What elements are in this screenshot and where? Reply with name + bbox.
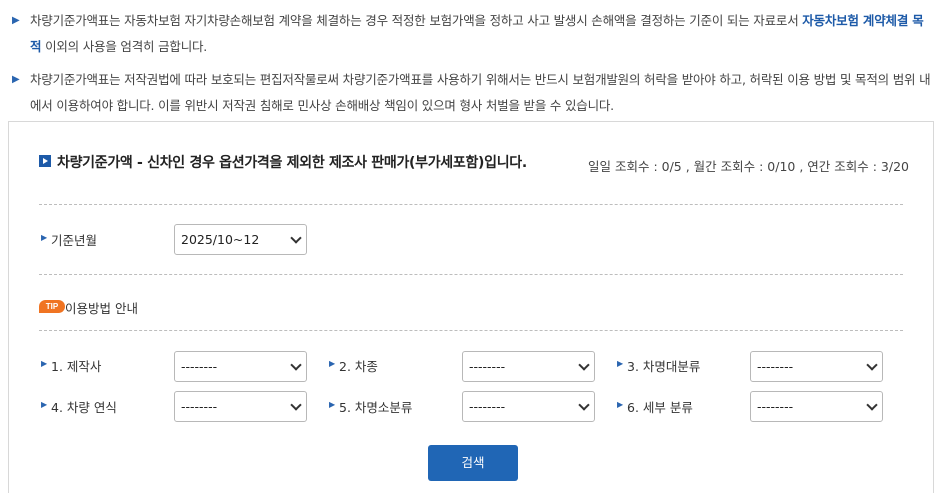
search-panel: 차량기준가액 - 신차인 경우 옵션가격을 제외한 제조사 판매가(부가세포함)… (8, 121, 934, 493)
triangle-icon: ▶ (41, 400, 48, 409)
bullet-icon: ▶ (12, 15, 20, 26)
chevron-down-icon (578, 359, 590, 371)
triangle-icon: ▶ (617, 400, 624, 409)
car-type-select[interactable]: -------- (462, 351, 595, 382)
panel-title: 차량기준가액 - 신차인 경우 옵션가격을 제외한 제조사 판매가(부가세포함)… (57, 155, 527, 171)
notice-item-purpose: ▶ 차량기준가액표는 자동차보험 자기차량손해보험 계약을 체결하는 경우 적정한… (12, 8, 932, 60)
base-period-label: ▶ 기준년월 (41, 233, 98, 248)
detail-select[interactable]: -------- (750, 391, 883, 422)
model-major-select[interactable]: -------- (750, 351, 883, 382)
notice-item-copyright: ▶ 차량기준가액표는 저작권법에 따라 보호되는 편집저작물로써 차량기준가액표를… (12, 67, 932, 119)
divider (39, 204, 903, 205)
chevron-down-icon (290, 399, 302, 411)
triangle-icon: ▶ (329, 400, 336, 409)
triangle-icon: ▶ (617, 359, 624, 368)
chevron-down-icon (866, 359, 878, 371)
query-count-stats: 일일 조회수 : 0/5 , 월간 조회수 : 0/10 , 연간 조회수 : … (588, 159, 909, 174)
model-year-select[interactable]: -------- (174, 391, 307, 422)
filter-label-car-type: ▶ 2. 차종 (329, 359, 378, 374)
divider (39, 330, 903, 331)
triangle-icon: ▶ (41, 359, 48, 368)
filter-label-detail: ▶ 6. 세부 분류 (617, 400, 693, 415)
chevron-down-icon (578, 399, 590, 411)
panel-header: 차량기준가액 - 신차인 경우 옵션가격을 제외한 제조사 판매가(부가세포함)… (39, 152, 909, 174)
chevron-down-icon (290, 359, 302, 371)
tip-badge-icon: TIP (39, 300, 65, 313)
title-play-icon (39, 155, 51, 167)
chevron-down-icon (290, 232, 302, 244)
maker-select[interactable]: -------- (174, 351, 307, 382)
base-period-select[interactable]: 2025/10~12 (174, 224, 307, 255)
search-button[interactable]: 검색 (428, 445, 518, 481)
filter-label-model-major: ▶ 3. 차명대분류 (617, 359, 701, 374)
divider (39, 274, 903, 275)
filter-label-model-year: ▶ 4. 차량 연식 (41, 400, 117, 415)
usage-guide-link[interactable]: 이용방법 안내 (65, 298, 138, 317)
bullet-icon: ▶ (12, 74, 20, 85)
chevron-down-icon (866, 399, 878, 411)
filter-label-model-minor: ▶ 5. 차명소분류 (329, 400, 413, 415)
triangle-icon: ▶ (329, 359, 336, 368)
triangle-icon: ▶ (41, 233, 48, 242)
model-minor-select[interactable]: -------- (462, 391, 595, 422)
notice-section: ▶ 차량기준가액표는 자동차보험 자기차량손해보험 계약을 체결하는 경우 적정한… (12, 8, 932, 119)
filter-label-maker: ▶ 1. 제작사 (41, 359, 102, 374)
